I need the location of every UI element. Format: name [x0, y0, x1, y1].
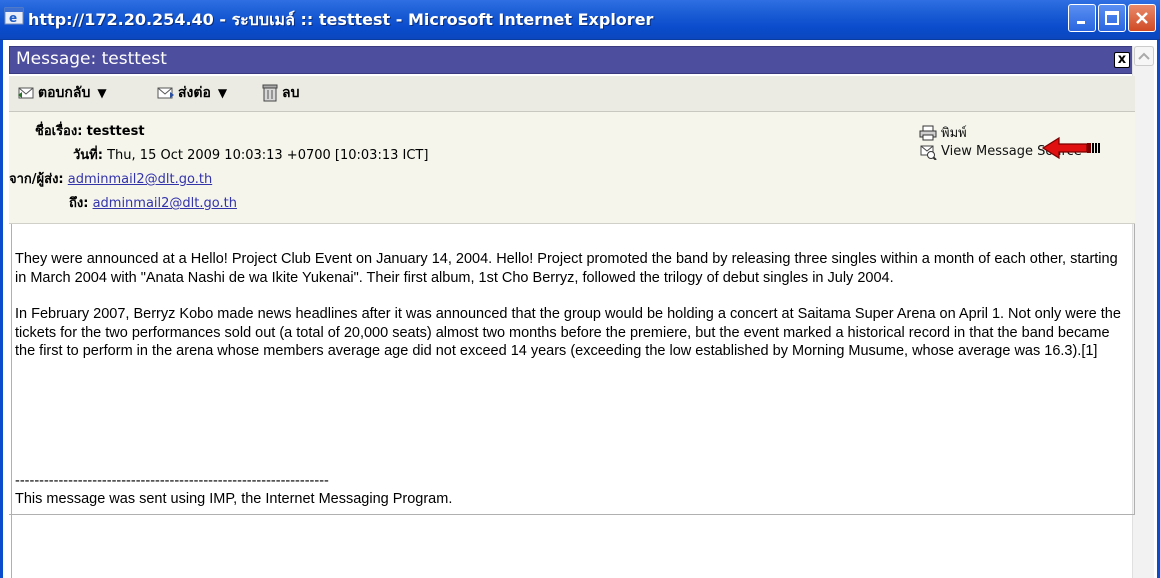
close-message-label: x	[1117, 52, 1127, 67]
chevron-up-icon	[1138, 52, 1150, 60]
browser-content: Message: testtest x ตอบกลับ ▼ ส่งต่อ ▼ ล…	[0, 40, 1160, 578]
vertical-scrollbar[interactable]	[1132, 46, 1154, 578]
reply-dropdown-icon[interactable]: ▼	[97, 86, 106, 100]
window-titlebar: e http://172.20.254.40 - ระบบเมล์ :: tes…	[0, 0, 1160, 40]
body-paragraph-1: They were announced at a Hello! Project …	[15, 251, 1118, 286]
message-body: They were announced at a Hello! Project …	[15, 250, 1127, 578]
minimize-icon	[1077, 21, 1085, 24]
print-link[interactable]: พิมพ์	[919, 122, 967, 143]
subject-row: ชื่อเรื่อง: testtest	[35, 120, 145, 140]
forward-icon	[157, 87, 174, 99]
message-header-bar: Message: testtest x	[9, 46, 1135, 74]
delete-label: ลบ	[282, 85, 300, 101]
close-message-button[interactable]: x	[1114, 52, 1130, 68]
svg-text:e: e	[9, 11, 17, 25]
body-left-border	[11, 224, 12, 578]
to-key: ถึง:	[69, 196, 89, 211]
message-headers: ชื่อเรื่อง: testtest วันที่: Thu, 15 Oct…	[9, 112, 1135, 224]
red-arrow-icon	[1041, 136, 1100, 160]
message-toolbar: ตอบกลับ ▼ ส่งต่อ ▼ ลบ	[9, 76, 1135, 112]
trash-icon	[262, 84, 278, 102]
body-right-border	[1134, 224, 1135, 514]
forward-dropdown-icon[interactable]: ▼	[218, 86, 227, 100]
reply-button[interactable]: ตอบกลับ ▼	[17, 82, 107, 104]
date-row: วันที่: Thu, 15 Oct 2009 10:03:13 +0700 …	[73, 144, 428, 164]
body-paragraph-2: In February 2007, Berryz Kobo made news …	[15, 306, 1121, 359]
maximize-button[interactable]	[1098, 4, 1126, 32]
signature-text: This message was sent using IMP, the Int…	[15, 491, 453, 507]
date-key: วันที่:	[73, 148, 103, 163]
from-link[interactable]: adminmail2@dlt.go.th	[68, 172, 212, 187]
from-row: จาก/ผู้ส่ง: adminmail2@dlt.go.th	[9, 168, 212, 188]
signature-separator: ----------------------------------------…	[15, 473, 329, 489]
view-source-icon	[920, 145, 937, 160]
body-bottom-border	[9, 514, 1135, 515]
message-signature: ----------------------------------------…	[15, 472, 452, 508]
to-row: ถึง: adminmail2@dlt.go.th	[69, 192, 237, 212]
close-window-button[interactable]	[1128, 4, 1156, 32]
date-value: Thu, 15 Oct 2009 10:03:13 +0700 [10:03:1…	[107, 148, 429, 163]
forward-label: ส่งต่อ	[178, 85, 211, 101]
delete-button[interactable]: ลบ	[261, 82, 299, 104]
reply-icon	[18, 87, 34, 99]
close-icon	[1136, 12, 1148, 24]
ie-icon: e	[4, 7, 24, 25]
printer-icon	[919, 125, 937, 140]
reply-label: ตอบกลับ	[38, 85, 91, 101]
from-key: จาก/ผู้ส่ง:	[9, 172, 64, 187]
subject-value: testtest	[86, 124, 145, 139]
message-header-title: Message: testtest	[16, 49, 167, 69]
subject-key: ชื่อเรื่อง:	[35, 124, 83, 139]
print-label: พิมพ์	[941, 126, 967, 141]
scroll-up-button[interactable]	[1134, 46, 1154, 66]
minimize-button[interactable]	[1068, 4, 1096, 32]
forward-button[interactable]: ส่งต่อ ▼	[157, 82, 227, 104]
to-link[interactable]: adminmail2@dlt.go.th	[93, 196, 237, 211]
maximize-icon	[1105, 11, 1119, 25]
window-title: http://172.20.254.40 - ระบบเมล์ :: testt…	[28, 10, 654, 29]
